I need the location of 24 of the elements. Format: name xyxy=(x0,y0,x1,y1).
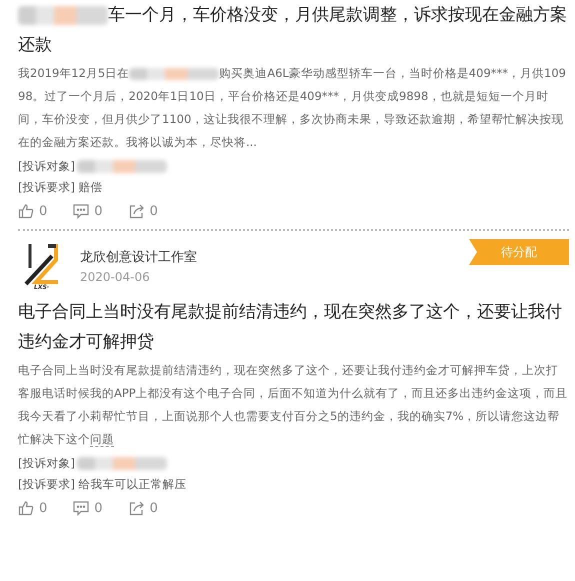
complaint-title[interactable]: 车一个月，车价格没变，月供尾款调整，诉求按现在金融方案还款 xyxy=(18,0,569,60)
target-label: [投诉对象] xyxy=(18,455,75,472)
status-badge: 待分配 xyxy=(469,239,569,265)
post-date: 2020-04-06 xyxy=(80,270,151,284)
target-label: [投诉对象] xyxy=(18,158,75,175)
comment-icon[interactable] xyxy=(73,500,90,516)
complaint-text: 我2019年12月5日在 购买奥迪A6L豪华动感型轿车一台，当时价格是409***，月供10998。过了一个月后，2020年1日10日，平台价格还是409***，月供变成9898，也就是短短一个月时间，车价没变，但月供少了1100，这让我很不理解，多次协商未果，导致还款逾期，希望帮忙解决按现在的金融方案还款。我将以诚为本，尽快将... xyxy=(18,65,567,151)
like-count: 0 xyxy=(39,204,48,218)
share-icon[interactable] xyxy=(128,203,145,219)
share-count: 0 xyxy=(150,204,158,218)
share-icon[interactable] xyxy=(128,500,145,516)
company-name: 龙欣创意设计工作室 xyxy=(80,249,197,266)
thumbs-up-icon[interactable] xyxy=(18,203,34,219)
link[interactable]: 问题 xyxy=(90,432,114,447)
request-text: [投诉要求] 赔偿 xyxy=(18,179,103,196)
complaint-text: 电子合同上当时没有尾款提前结清违约，现在突然多了这个，还要让我付违约金才可解押车贷，上次打客服电话时候我的APP上都没有这个电子合同，后面不知道为什么就有了，而且还多出违约金这项，而且我今天看了小莉帮忙节目，上面说那个人也需要支付百分之5的违约金，我的确实7%，所以请您这边帮忙解决下这个问题 xyxy=(18,362,569,449)
complaint-title[interactable]: 电子合同上当时没有尾款提前结清违约，现在突然多了这个，还要让我付违约金才可解押贷 xyxy=(18,297,569,357)
share-count: 0 xyxy=(150,500,158,516)
comment-count: 0 xyxy=(94,204,103,218)
comment-count: 0 xyxy=(94,500,103,516)
like-count: 0 xyxy=(39,500,48,516)
request-text: [投诉要求] 给我车可以正常解压 xyxy=(18,476,187,493)
thumbs-up-icon[interactable] xyxy=(18,500,34,516)
comment-icon[interactable] xyxy=(73,203,90,219)
